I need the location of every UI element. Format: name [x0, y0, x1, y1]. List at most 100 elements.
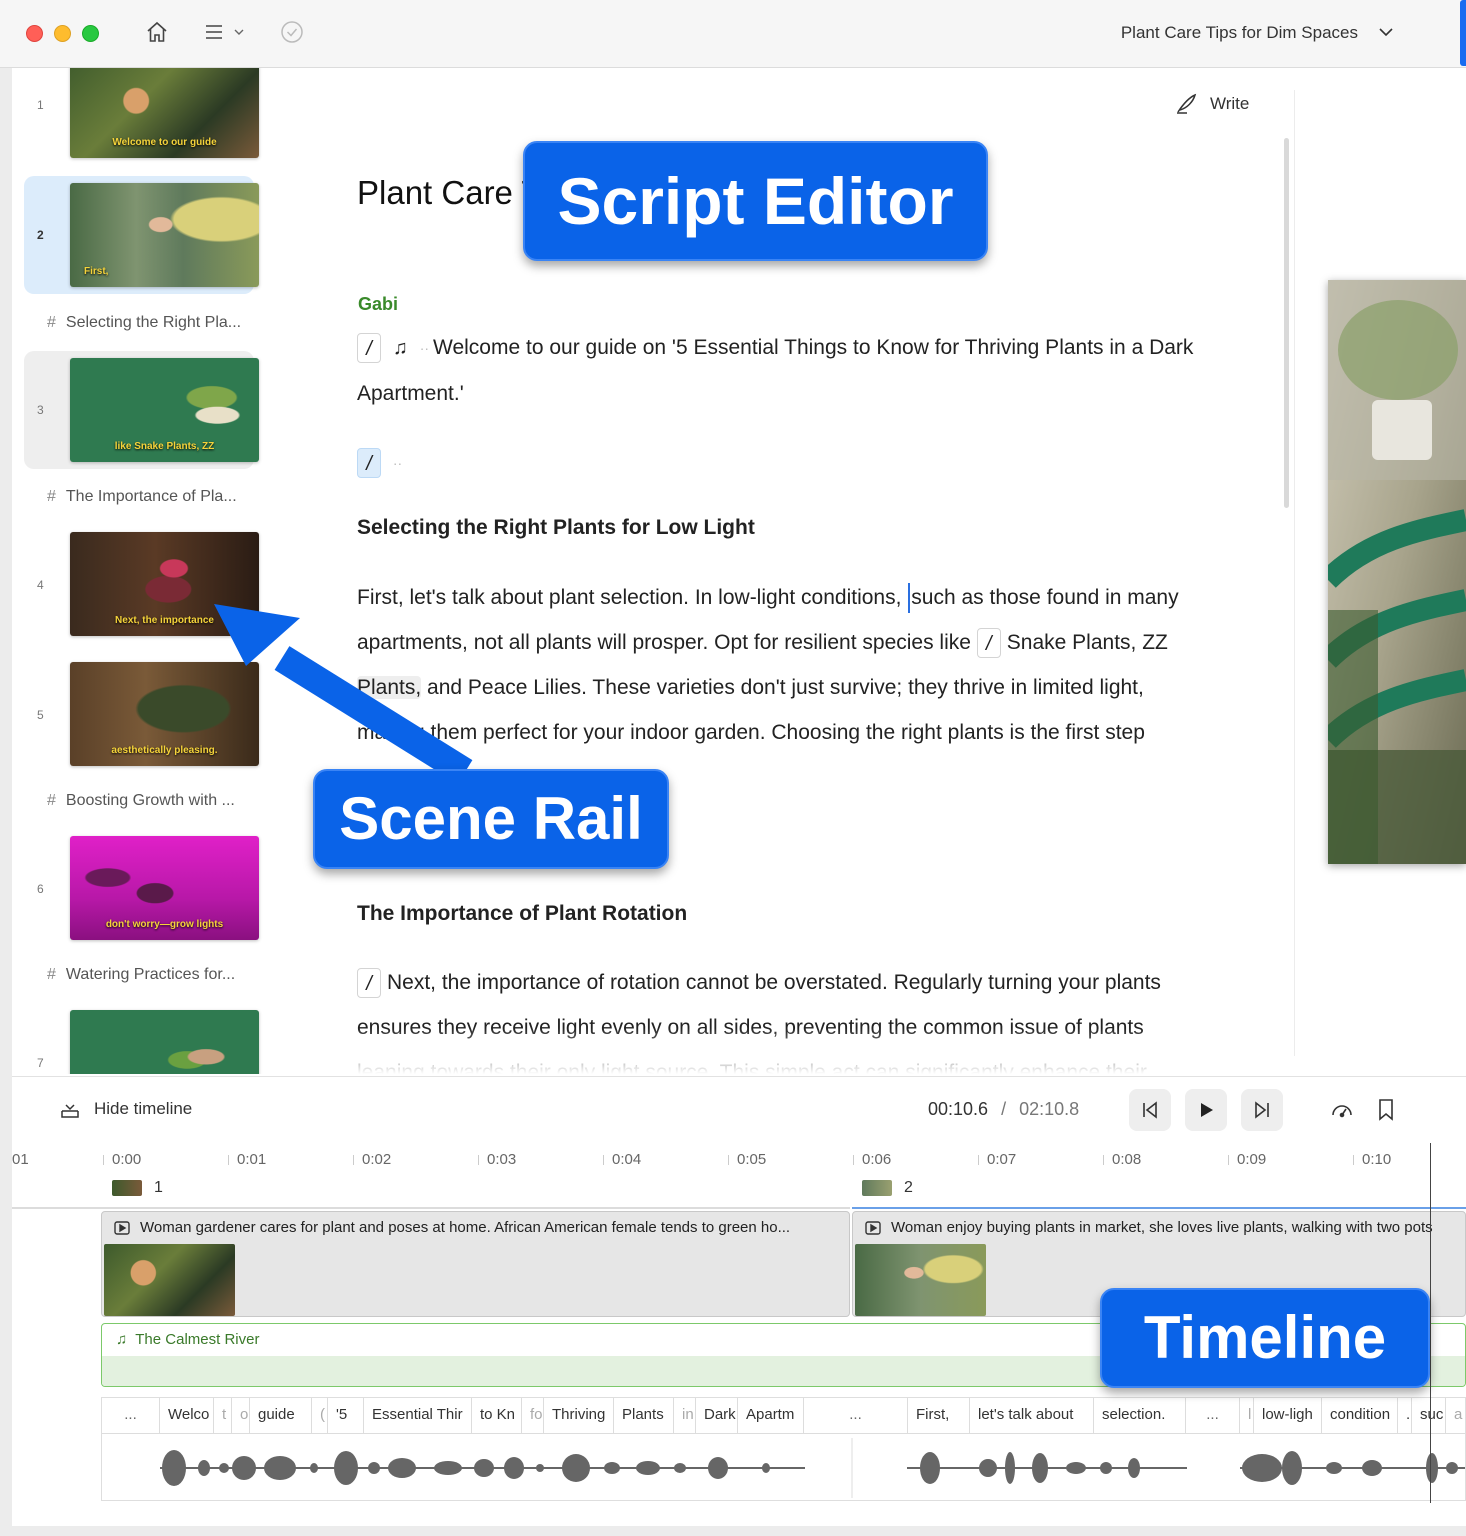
scene-caption: Welcome to our guide: [112, 137, 217, 148]
menu-icon[interactable]: [204, 20, 244, 44]
chevron-down-icon[interactable]: [1378, 24, 1394, 45]
section-heading[interactable]: # The Importance of Pla...: [47, 488, 237, 506]
word-chip[interactable]: Dark: [696, 1398, 738, 1434]
word-chip[interactable]: in: [674, 1398, 696, 1434]
section-heading[interactable]: Selecting the Right Plants for Low Light: [357, 516, 755, 540]
word-chip[interactable]: suc: [1412, 1398, 1446, 1434]
word-chip[interactable]: t: [214, 1398, 232, 1434]
editor-scrollbar[interactable]: [1284, 138, 1289, 508]
word-chip[interactable]: fo: [522, 1398, 544, 1434]
clip-title: Woman enjoy buying plants in market, she…: [865, 1219, 1433, 1236]
ruler-tick: 0:09: [1237, 1151, 1267, 1168]
word-chip[interactable]: First,: [908, 1398, 970, 1434]
word-chip[interactable]: a: [1446, 1398, 1465, 1434]
scene-marker-1[interactable]: 1: [112, 1179, 163, 1197]
intro-paragraph[interactable]: / ♫ ·· Welcome to our guide on '5 Essenti…: [357, 325, 1207, 416]
word-chip[interactable]: Essential Thir: [364, 1398, 472, 1434]
word-gap[interactable]: ...: [804, 1398, 908, 1434]
word-chip[interactable]: low-ligh: [1254, 1398, 1322, 1434]
scene-thumbnail: like Snake Plants, ZZ: [70, 358, 259, 462]
ruler-tick: 0:08: [1112, 1151, 1142, 1168]
section-heading[interactable]: # Selecting the Right Pla...: [47, 314, 241, 332]
ruler-tick: 0:02: [362, 1151, 392, 1168]
scene-item-6[interactable]: 6 don't worry—grow lights: [24, 830, 259, 948]
playhead[interactable]: [1430, 1143, 1431, 1503]
bookmark-icon[interactable]: [1376, 1098, 1396, 1127]
check-circle-icon[interactable]: [280, 20, 304, 44]
document-title[interactable]: Plant Care Tips for Dim Spaces: [1121, 23, 1358, 43]
scene-item-2[interactable]: 2 First,: [24, 176, 259, 294]
word-chip[interactable]: '5: [328, 1398, 364, 1434]
word-chip[interactable]: let's talk about: [970, 1398, 1094, 1434]
play-button[interactable]: [1185, 1089, 1227, 1131]
slash-command-button[interactable]: /: [357, 448, 381, 479]
panel-divider[interactable]: [1294, 90, 1295, 1056]
scene-item-7[interactable]: 7: [24, 1004, 259, 1074]
word-chip[interactable]: guide: [250, 1398, 312, 1434]
time-ruler[interactable]: 01 0:00 0:01 0:02 0:03 0:04 0:05 0:06 0:…: [12, 1147, 1466, 1177]
word-chip[interactable]: Plants: [614, 1398, 674, 1434]
collapse-icon: [61, 1104, 79, 1118]
section-heading[interactable]: The Importance of Plant Rotation: [357, 902, 687, 926]
scene-number: 3: [37, 403, 44, 417]
word-chip[interactable]: condition: [1322, 1398, 1398, 1434]
word-chip[interactable]: selection.: [1094, 1398, 1186, 1434]
word-chip[interactable]: o: [232, 1398, 250, 1434]
section-heading[interactable]: # Boosting Growth with ...: [47, 792, 235, 810]
text-caret: [908, 583, 911, 614]
hide-timeline-button[interactable]: Hide timeline: [60, 1099, 192, 1119]
scene-caption: don't worry—grow lights: [105, 919, 224, 930]
word-chip[interactable]: Welco: [160, 1398, 214, 1434]
feather-pen-icon: [1177, 93, 1197, 114]
maximize-window-button[interactable]: [82, 25, 99, 42]
ruler-tick: 0:05: [737, 1151, 767, 1168]
drag-handle-icon[interactable]: ··: [420, 340, 429, 356]
minimize-window-button[interactable]: [54, 25, 71, 42]
ruler-tick: 0:03: [487, 1151, 517, 1168]
drag-handle-icon[interactable]: ··: [393, 455, 402, 471]
word-gap[interactable]: ...: [102, 1398, 160, 1434]
music-note-icon[interactable]: ♫: [393, 337, 408, 359]
scene-item-1[interactable]: 1 Welcome to our guide: [24, 68, 259, 164]
section-heading[interactable]: # Watering Practices for...: [47, 966, 235, 984]
video-preview[interactable]: [1328, 280, 1466, 864]
word-chip[interactable]: .: [1398, 1398, 1412, 1434]
ruler-tick: 0:01: [237, 1151, 267, 1168]
video-clip-1[interactable]: Woman gardener cares for plant and poses…: [101, 1211, 850, 1317]
write-button[interactable]: Write: [1174, 92, 1249, 116]
word-chip[interactable]: Thriving: [544, 1398, 614, 1434]
slash-command-button[interactable]: /: [976, 628, 1001, 659]
play-icon: [1201, 1103, 1213, 1117]
ruler-tick: 0:00: [112, 1151, 142, 1168]
scene-item-4[interactable]: 4 Next, the importance: [24, 526, 259, 644]
close-window-button[interactable]: [26, 25, 43, 42]
scene-rail-callout: Scene Rail: [313, 769, 669, 869]
scene-item-5[interactable]: 5 aesthetically pleasing.: [24, 656, 259, 774]
scene-thumbnail: Welcome to our guide: [70, 68, 259, 158]
skip-forward-button[interactable]: [1241, 1089, 1283, 1131]
highlighted-word: Plants,: [357, 676, 422, 699]
skip-back-button[interactable]: [1129, 1089, 1171, 1131]
slash-command-button[interactable]: /: [357, 968, 381, 999]
word-track[interactable]: ... Welco t o guide ( '5 Essential Thir …: [101, 1397, 1466, 1501]
clip-thumbnail: [855, 1244, 986, 1316]
slash-command-button[interactable]: /: [357, 333, 381, 364]
share-button-edge[interactable]: [1460, 0, 1466, 66]
word-gap[interactable]: ...: [1186, 1398, 1240, 1434]
scene-number: 2: [37, 228, 44, 242]
scene-marker-2[interactable]: 2: [862, 1179, 913, 1197]
scene-1-bound: [12, 1207, 850, 1209]
skip-back-icon: [1143, 1101, 1157, 1119]
empty-block[interactable]: / ··: [357, 440, 1207, 486]
home-icon[interactable]: [145, 20, 169, 44]
scene-caption: aesthetically pleasing.: [111, 745, 218, 756]
word-chip[interactable]: Apartm: [738, 1398, 804, 1434]
word-chip[interactable]: to Kn: [472, 1398, 522, 1434]
speaker-label[interactable]: Gabi: [358, 294, 398, 315]
paragraph-selection[interactable]: First, let's talk about plant selection.…: [357, 575, 1207, 755]
scene-number: 6: [37, 882, 44, 896]
playback-speed-icon[interactable]: [1330, 1098, 1354, 1127]
word-chip[interactable]: (: [312, 1398, 328, 1434]
scene-item-3[interactable]: 3 like Snake Plants, ZZ: [24, 351, 259, 469]
word-chip[interactable]: l: [1240, 1398, 1254, 1434]
